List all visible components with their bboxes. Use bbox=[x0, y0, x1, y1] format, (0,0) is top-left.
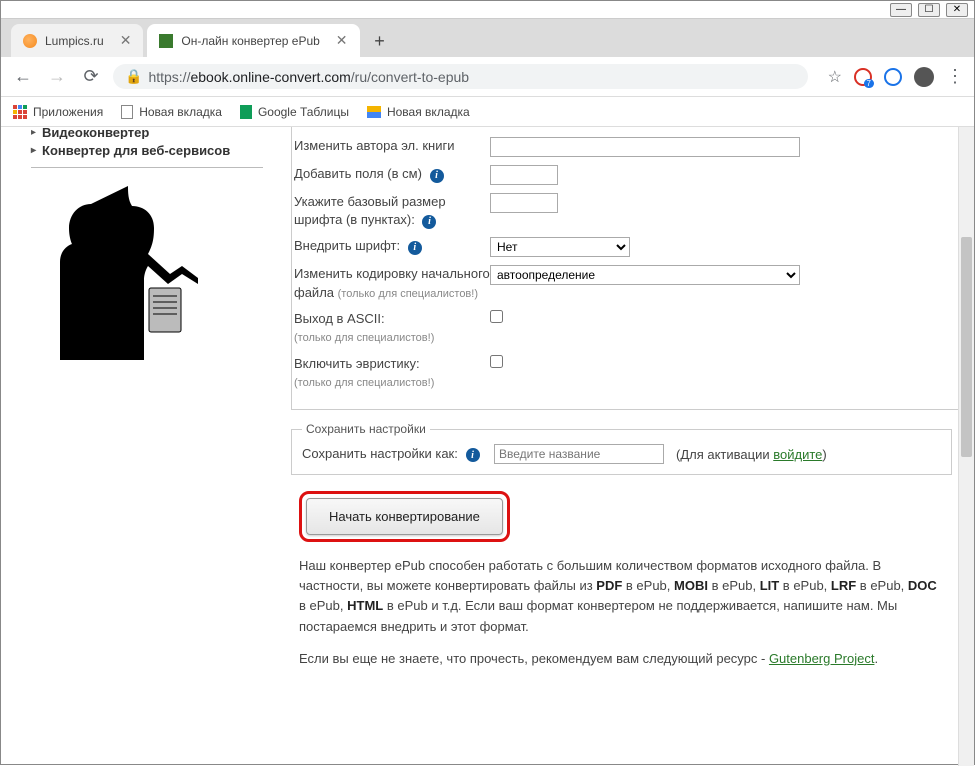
new-tab-button[interactable]: + bbox=[368, 29, 392, 53]
address-bar: ← → ⟳ 🔒 https:// ebook.online-convert.co… bbox=[1, 57, 974, 97]
bookmark-item[interactable]: Новая вкладка bbox=[121, 105, 222, 119]
url-field[interactable]: 🔒 https:// ebook.online-convert.com /ru/… bbox=[113, 64, 808, 89]
scrollbar[interactable] bbox=[958, 127, 974, 766]
margins-input[interactable] bbox=[490, 165, 558, 185]
bookmark-label: Google Таблицы bbox=[258, 105, 349, 119]
sheets-icon bbox=[240, 105, 252, 119]
reader-silhouette-icon bbox=[31, 180, 211, 360]
profile-avatar[interactable] bbox=[914, 67, 934, 87]
sidebar-separator bbox=[31, 162, 263, 168]
row-ascii: Выход в ASCII: (только для специалистов!… bbox=[292, 306, 947, 351]
start-convert-button[interactable]: Начать конвертирование bbox=[306, 498, 503, 535]
options-panel: Изменить автора эл. книги Добавить поля … bbox=[291, 127, 962, 410]
row-encoding: Изменить кодировку начального файла (тол… bbox=[292, 261, 947, 306]
sidebar-item-label: Конвертер для веб-сервисов bbox=[42, 143, 230, 158]
back-button[interactable]: ← bbox=[11, 65, 35, 89]
extension-globe-icon[interactable] bbox=[884, 68, 902, 86]
specialists-note: (только для специалистов!) bbox=[338, 288, 478, 300]
row-embed-font: Внедрить шрифт: i Нет bbox=[292, 233, 947, 261]
bookmark-star-icon[interactable]: ☆ bbox=[828, 67, 842, 87]
url-path: /ru/convert-to-epub bbox=[351, 69, 469, 85]
convert-button-highlight: Начать конвертирование bbox=[299, 491, 510, 542]
chevron-right-icon: ▸ bbox=[31, 145, 36, 156]
scrollbar-thumb[interactable] bbox=[961, 237, 972, 457]
lock-icon: 🔒 bbox=[125, 68, 142, 85]
fieldset-legend: Сохранить настройки bbox=[302, 422, 430, 436]
tab-close-icon[interactable]: ✕ bbox=[120, 32, 132, 49]
field-label: Включить эвристику: bbox=[294, 356, 420, 371]
field-label: Изменить автора эл. книги bbox=[294, 138, 455, 153]
info-icon[interactable]: i bbox=[430, 169, 444, 183]
row-basefont: Укажите базовый размер шрифта (в пунктах… bbox=[292, 189, 947, 233]
bookmark-item[interactable]: Новая вкладка bbox=[367, 105, 470, 119]
info-icon[interactable]: i bbox=[408, 241, 422, 255]
window-minimize-button[interactable]: — bbox=[890, 3, 912, 17]
window-close-button[interactable]: ✕ bbox=[946, 3, 968, 17]
url-host: ebook.online-convert.com bbox=[190, 69, 350, 85]
window-titlebar: — ☐ ✕ bbox=[1, 1, 974, 19]
specialists-note: (только для специалистов!) bbox=[294, 332, 434, 344]
embed-font-select[interactable]: Нет bbox=[490, 237, 630, 257]
favicon-convert-icon bbox=[159, 34, 173, 48]
info-icon[interactable]: i bbox=[422, 215, 436, 229]
field-label: Сохранить настройки как: bbox=[302, 446, 458, 461]
field-label: Выход в ASCII: bbox=[294, 311, 385, 326]
chevron-right-icon: ▸ bbox=[31, 127, 36, 138]
favicon-lumpics-icon bbox=[23, 34, 37, 48]
page-icon bbox=[121, 105, 133, 119]
save-settings-fieldset: Сохранить настройки Сохранить настройки … bbox=[291, 422, 952, 475]
browser-menu-button[interactable]: ⋮ bbox=[946, 66, 964, 87]
ascii-checkbox[interactable] bbox=[490, 310, 503, 323]
author-input[interactable] bbox=[490, 137, 800, 157]
tab-epub-converter[interactable]: Он-лайн конвертер ePub ✕ bbox=[147, 24, 359, 57]
tab-label: Lumpics.ru bbox=[45, 34, 104, 48]
bookmark-label: Новая вкладка bbox=[139, 105, 222, 119]
sidebar-illustration bbox=[31, 180, 211, 360]
main-panel: Изменить автора эл. книги Добавить поля … bbox=[281, 127, 974, 766]
tab-lumpics[interactable]: Lumpics.ru ✕ bbox=[11, 24, 143, 57]
bookmarks-bar: Приложения Новая вкладка Google Таблицы … bbox=[1, 97, 974, 127]
window-maximize-button[interactable]: ☐ bbox=[918, 3, 940, 17]
bookmark-item[interactable]: Google Таблицы bbox=[240, 105, 349, 119]
specialists-note: (только для специалистов!) bbox=[294, 377, 434, 389]
activation-hint: (Для активации войдите) bbox=[676, 447, 827, 462]
apps-button[interactable]: Приложения bbox=[13, 105, 103, 119]
sidebar-item-label: Видеоконвертер bbox=[42, 125, 149, 139]
tabstrip: Lumpics.ru ✕ Он-лайн конвертер ePub ✕ + bbox=[1, 19, 974, 57]
tab-close-icon[interactable]: ✕ bbox=[336, 32, 348, 49]
sidebar-item-video[interactable]: ▸ Видеоконвертер bbox=[31, 125, 263, 139]
login-link[interactable]: войдите bbox=[773, 447, 822, 462]
field-label: Добавить поля (в см) bbox=[294, 166, 422, 181]
reload-button[interactable]: ⟳ bbox=[79, 65, 103, 89]
sidebar: ▸ Видеоконвертер ▸ Конвертер для веб-сер… bbox=[1, 127, 281, 766]
heuristics-checkbox[interactable] bbox=[490, 355, 503, 368]
info-icon[interactable]: i bbox=[466, 448, 480, 462]
basefont-input[interactable] bbox=[490, 193, 558, 213]
apps-icon bbox=[13, 105, 27, 119]
bookmark-label: Новая вкладка bbox=[387, 105, 470, 119]
save-name-input: Введите название bbox=[494, 444, 664, 464]
row-heuristics: Включить эвристику: (только для специали… bbox=[292, 351, 947, 396]
extension-opera-icon[interactable] bbox=[854, 68, 872, 86]
gutenberg-link[interactable]: Gutenberg Project bbox=[769, 651, 875, 666]
description-text: Наш конвертер ePub способен работать с б… bbox=[299, 556, 946, 669]
forward-button[interactable]: → bbox=[45, 65, 69, 89]
bookmark-label: Приложения bbox=[33, 105, 103, 119]
sidebar-item-web-converter[interactable]: ▸ Конвертер для веб-сервисов bbox=[31, 139, 263, 162]
url-proto: https:// bbox=[148, 69, 190, 85]
row-author: Изменить автора эл. книги bbox=[292, 133, 947, 161]
content: ▸ Видеоконвертер ▸ Конвертер для веб-сер… bbox=[1, 127, 974, 766]
image-icon bbox=[367, 106, 381, 118]
tab-label: Он-лайн конвертер ePub bbox=[181, 34, 319, 48]
encoding-select[interactable]: автоопределение bbox=[490, 265, 800, 285]
field-label: Внедрить шрифт: bbox=[294, 238, 400, 253]
row-margins: Добавить поля (в см) i bbox=[292, 161, 947, 189]
